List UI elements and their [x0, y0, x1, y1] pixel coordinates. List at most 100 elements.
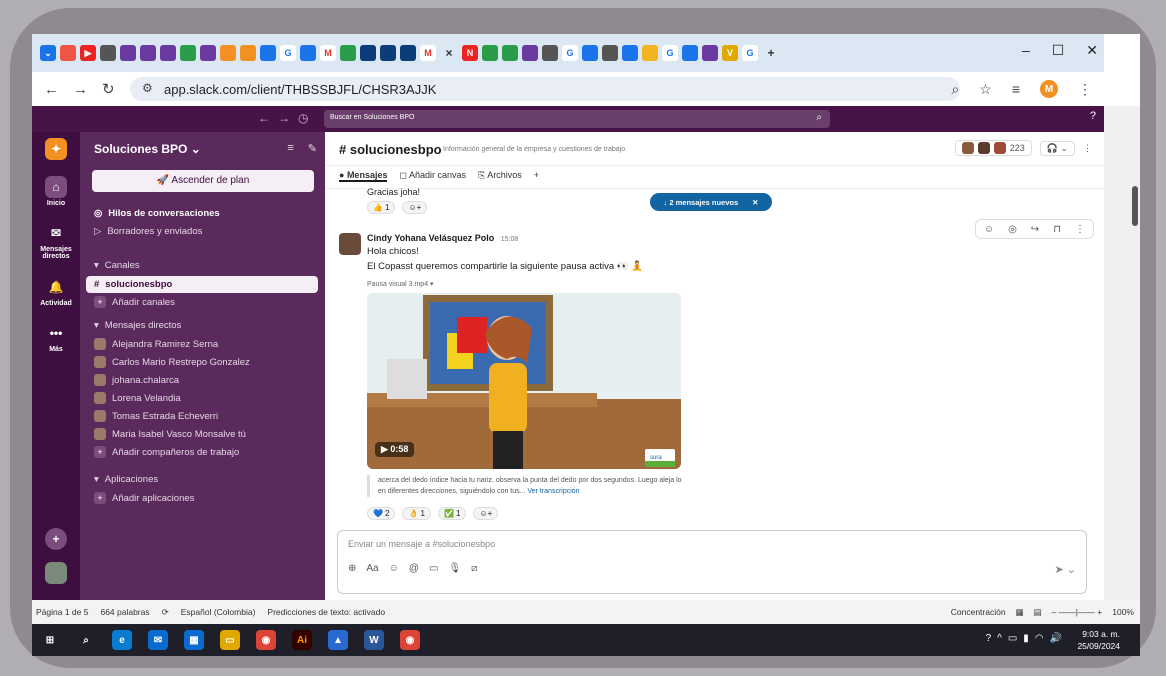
zoom-icon[interactable]: ⌕: [951, 81, 959, 98]
tab-icon[interactable]: [120, 45, 136, 61]
composer-placeholder[interactable]: Enviar un mensaje a #solucionesbpo: [348, 539, 495, 549]
menu-kebab-icon[interactable]: ⋮: [1078, 81, 1092, 98]
bookmark-star-icon[interactable]: ☆: [979, 81, 992, 98]
tab-canvas[interactable]: ◻ Añadir canvas: [399, 170, 466, 182]
reaction-thumbs-up[interactable]: 👍 1: [367, 201, 396, 214]
sidebar-item-dm[interactable]: Carlos Mario Restrepo Gonzalez: [94, 356, 250, 368]
sidebar-item-dm[interactable]: Tomas Estrada Echeverri: [94, 410, 218, 422]
sidebar-item-dm[interactable]: Lorena Velandia: [94, 392, 181, 404]
tab-icon[interactable]: [622, 45, 638, 61]
back-icon[interactable]: ←: [44, 81, 59, 98]
focus-button[interactable]: Concentración: [951, 607, 1006, 618]
rail-more[interactable]: ••• Más: [32, 322, 80, 353]
filter-icon[interactable]: ≡: [287, 142, 293, 155]
message-author[interactable]: Cindy Yohana Velásquez Polo 15:08: [367, 233, 518, 243]
gmail-tab-icon[interactable]: M: [420, 45, 436, 61]
tab-icon[interactable]: [642, 45, 658, 61]
user-avatar[interactable]: [32, 562, 80, 586]
wifi-icon[interactable]: ◠: [1035, 633, 1044, 644]
tab-icon[interactable]: [240, 45, 256, 61]
volume-icon[interactable]: 🔊: [1050, 633, 1062, 644]
tab-icon[interactable]: [220, 45, 236, 61]
network-icon[interactable]: ▭: [1008, 633, 1017, 644]
video-clip-icon[interactable]: ▭: [429, 563, 438, 574]
add-channels-button[interactable]: + Añadir canales: [94, 296, 175, 308]
send-icon[interactable]: ➤ ⌄: [1055, 563, 1077, 576]
illustrator-icon[interactable]: Ai: [292, 630, 312, 650]
battery-icon[interactable]: ▮: [1023, 633, 1029, 644]
sidebar-item-dm[interactable]: Alejandra Ramirez Serna: [94, 338, 218, 350]
formatting-button[interactable]: Aa: [366, 563, 378, 574]
print-layout-icon[interactable]: ▤: [1034, 607, 1042, 618]
reply-thread-icon[interactable]: ◎: [1008, 224, 1017, 235]
chrome-profile-icon[interactable]: ◉: [400, 630, 420, 650]
apps-section[interactable]: ▾ Aplicaciones: [94, 474, 158, 485]
sidebar-item-threads[interactable]: ◎ Hilos de conversaciones: [94, 208, 220, 219]
gmail-tab-icon[interactable]: M: [320, 45, 336, 61]
add-tab-button[interactable]: +: [534, 170, 539, 182]
site-settings-icon[interactable]: ⚙: [142, 81, 153, 95]
chrome-icon[interactable]: ◉: [256, 630, 276, 650]
add-reaction-button[interactable]: ☺+: [473, 507, 499, 520]
reaction-check[interactable]: ✅ 1: [437, 507, 467, 520]
history-clock-icon[interactable]: ◷: [298, 111, 308, 125]
compose-icon[interactable]: ✎: [308, 142, 317, 155]
tab-icon[interactable]: [60, 45, 76, 61]
rail-home[interactable]: ⌂ Inicio: [32, 176, 80, 207]
add-reaction-icon[interactable]: ☺: [984, 224, 994, 235]
zoom-level[interactable]: 100%: [1112, 607, 1134, 618]
tab-icon[interactable]: [400, 45, 416, 61]
duration-badge[interactable]: ▶ 0:58: [375, 442, 415, 457]
new-tab-button[interactable]: +: [762, 45, 780, 61]
message-composer[interactable]: Enviar un mensaje a #solucionesbpo ⊕ Aa …: [337, 530, 1087, 594]
word-icon[interactable]: W: [364, 630, 384, 650]
zoom-slider[interactable]: – ——|—— +: [1052, 607, 1103, 618]
mail-icon[interactable]: ✉: [148, 630, 168, 650]
back-arrow-icon[interactable]: ←: [258, 111, 270, 125]
slash-command-icon[interactable]: ⧄: [471, 563, 477, 574]
tab-icon[interactable]: [682, 45, 698, 61]
close-window-button[interactable]: ✕: [1086, 42, 1098, 59]
more-actions-icon[interactable]: ⋮: [1075, 224, 1085, 235]
google-tab-icon[interactable]: G: [280, 45, 296, 61]
forward-arrow-icon[interactable]: →: [278, 111, 290, 125]
maximize-button[interactable]: ☐: [1052, 42, 1065, 59]
drive-tab-icon[interactable]: [180, 45, 196, 61]
google-tab-icon[interactable]: G: [562, 45, 578, 61]
tab-icon[interactable]: [542, 45, 558, 61]
tab-icon[interactable]: [702, 45, 718, 61]
channel-title[interactable]: # solucionesbpo: [339, 142, 442, 157]
bookmark-icon[interactable]: ⊓: [1053, 224, 1061, 235]
add-workspace[interactable]: +: [32, 528, 80, 552]
tab-messages[interactable]: ● Mensajes: [339, 170, 388, 182]
sidebar-item-dm[interactable]: johana.chalarca: [94, 374, 179, 386]
tab-icon[interactable]: [602, 45, 618, 61]
view-transcript-link[interactable]: Ver transcripción: [527, 488, 579, 495]
dm-section[interactable]: ▾ Mensajes directos: [94, 320, 181, 331]
reaction-blue-heart[interactable]: 💙 2: [367, 507, 396, 520]
media-icon[interactable]: ≡: [1012, 81, 1020, 97]
channels-section[interactable]: ▾ Canales: [94, 260, 140, 271]
tab-icon[interactable]: [140, 45, 156, 61]
tab-icon[interactable]: [522, 45, 538, 61]
page-scrollbar[interactable]: [1104, 106, 1140, 600]
page-count[interactable]: Página 1 de 5: [36, 607, 88, 617]
tab-icon[interactable]: [582, 45, 598, 61]
tab-icon[interactable]: [340, 45, 356, 61]
reaction-ok-hand[interactable]: 👌 1: [402, 507, 431, 520]
mention-icon[interactable]: @: [409, 563, 419, 574]
word-count[interactable]: 664 palabras: [100, 607, 149, 617]
windows-start-icon[interactable]: ⊞: [40, 630, 60, 650]
system-clock[interactable]: 9:03 a. m. 25/09/2024: [1077, 628, 1120, 652]
add-apps-button[interactable]: + Añadir aplicaciones: [94, 492, 194, 504]
scroll-thumb[interactable]: [1132, 186, 1138, 226]
add-reaction-button[interactable]: ☺+: [402, 201, 428, 214]
kebab-menu-icon[interactable]: ⋮: [1083, 143, 1092, 154]
url-bar[interactable]: ⚙ app.slack.com/client/THBSSBJFL/CHSR3AJ…: [130, 77, 960, 101]
predictions-status[interactable]: Predicciones de texto: activado: [267, 607, 385, 617]
workspace-name[interactable]: Soluciones BPO ⌄: [94, 142, 201, 156]
rail-activity[interactable]: 🔔 Actividad: [32, 276, 80, 307]
tab-icon[interactable]: [482, 45, 498, 61]
google-tab-icon[interactable]: G: [662, 45, 678, 61]
upgrade-button[interactable]: 🚀 Ascender de plan: [92, 170, 314, 192]
